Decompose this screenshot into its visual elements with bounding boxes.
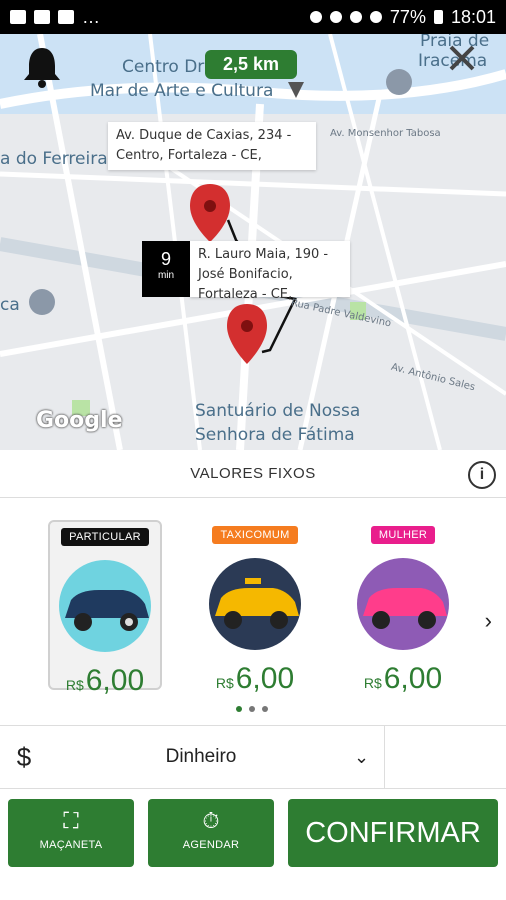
macaneta-button[interactable]: ⛶ MAÇANETA: [8, 799, 134, 867]
payment-method[interactable]: Dinheiro: [48, 746, 354, 768]
chevron-right-icon[interactable]: ›: [485, 608, 492, 634]
signal-icon: [369, 11, 382, 23]
destination-pin-icon: [227, 304, 267, 364]
category-badge: MULHER: [370, 526, 436, 544]
expand-icon: ⛶: [63, 808, 79, 833]
gallery-icon: [10, 10, 26, 24]
location-icon: [309, 11, 322, 23]
carousel-dot: [236, 706, 242, 712]
map-label-ferreira: a do Ferreira: [0, 149, 108, 169]
category-price: R$6,00: [65, 664, 145, 697]
notification-bell-icon[interactable]: [22, 44, 62, 88]
carousel-dots: [236, 706, 268, 712]
chevron-down-icon[interactable]: ⌄: [354, 747, 384, 768]
origin-address-bubble: Av. Duque de Caxias, 234 - Centro, Forta…: [108, 122, 316, 170]
distance-badge: 2,5 km: [205, 50, 298, 79]
category-price: R$6,00: [363, 662, 443, 695]
category-badge: PARTICULAR: [61, 528, 149, 546]
map-label-santuario-1: Santuário de Nossa: [195, 401, 361, 421]
battery-icon: [433, 10, 443, 24]
section-title: VALORES FIXOS: [190, 465, 316, 482]
street-monsenhor: Av. Monsenhor Tabosa: [330, 128, 441, 139]
status-left: …: [10, 7, 100, 28]
category-mulher[interactable]: MULHER R$6,00: [346, 520, 460, 695]
battery-percent: 77%: [389, 6, 426, 27]
car-pink-icon: [357, 558, 449, 650]
map-label-mar: Mar de Arte e Cultura: [90, 81, 274, 101]
eta-box: 9 min: [142, 241, 190, 297]
eta-value: 9: [160, 249, 171, 269]
stopwatch-icon: ⏱: [202, 808, 220, 833]
carousel-dot: [262, 706, 268, 712]
close-icon[interactable]: [448, 44, 476, 72]
category-badge: TAXICOMUM: [212, 526, 298, 544]
category-particular[interactable]: PARTICULAR R$6,00: [48, 520, 162, 697]
map-view[interactable]: Centro Dragão do Mar de Arte e Cultura P…: [0, 34, 506, 450]
confirm-button[interactable]: CONFIRMAR: [288, 799, 498, 867]
category-price: R$6,00: [215, 662, 295, 695]
section-header: VALORES FIXOS i: [0, 450, 506, 498]
dollar-icon: $: [16, 741, 32, 772]
car-icon: [59, 560, 151, 652]
macaneta-label: MAÇANETA: [39, 839, 103, 851]
youtube-icon: [58, 10, 74, 24]
google-logo: Google: [36, 408, 123, 433]
wifi-icon: [349, 11, 362, 23]
destination-address-bubble: R. Lauro Maia, 190 - José Bonifacio, For…: [190, 241, 350, 302]
clock: 18:01: [450, 6, 496, 27]
status-bar: … 77% 18:01: [0, 0, 506, 34]
bluetooth-icon: [329, 11, 342, 23]
agendar-button[interactable]: ⏱ AGENDAR: [148, 799, 274, 867]
agendar-label: AGENDAR: [182, 839, 240, 851]
taxi-icon: [209, 558, 301, 650]
carousel-dot: [249, 706, 255, 712]
origin-pin-icon: [190, 184, 230, 242]
divider: [384, 725, 385, 789]
payment-row[interactable]: $ Dinheiro ⌄: [0, 725, 506, 789]
map-label-santuario-2: Senhora de Fátima: [195, 425, 355, 445]
more-notifications-icon: …: [82, 6, 100, 27]
status-right: 77% 18:01: [309, 6, 496, 28]
map-label-ca: ca: [0, 295, 20, 315]
list-icon: [34, 10, 50, 24]
category-taxicomum[interactable]: TAXICOMUM R$6,00: [198, 520, 312, 695]
info-icon[interactable]: i: [468, 461, 496, 489]
eta-unit: min: [157, 270, 175, 281]
